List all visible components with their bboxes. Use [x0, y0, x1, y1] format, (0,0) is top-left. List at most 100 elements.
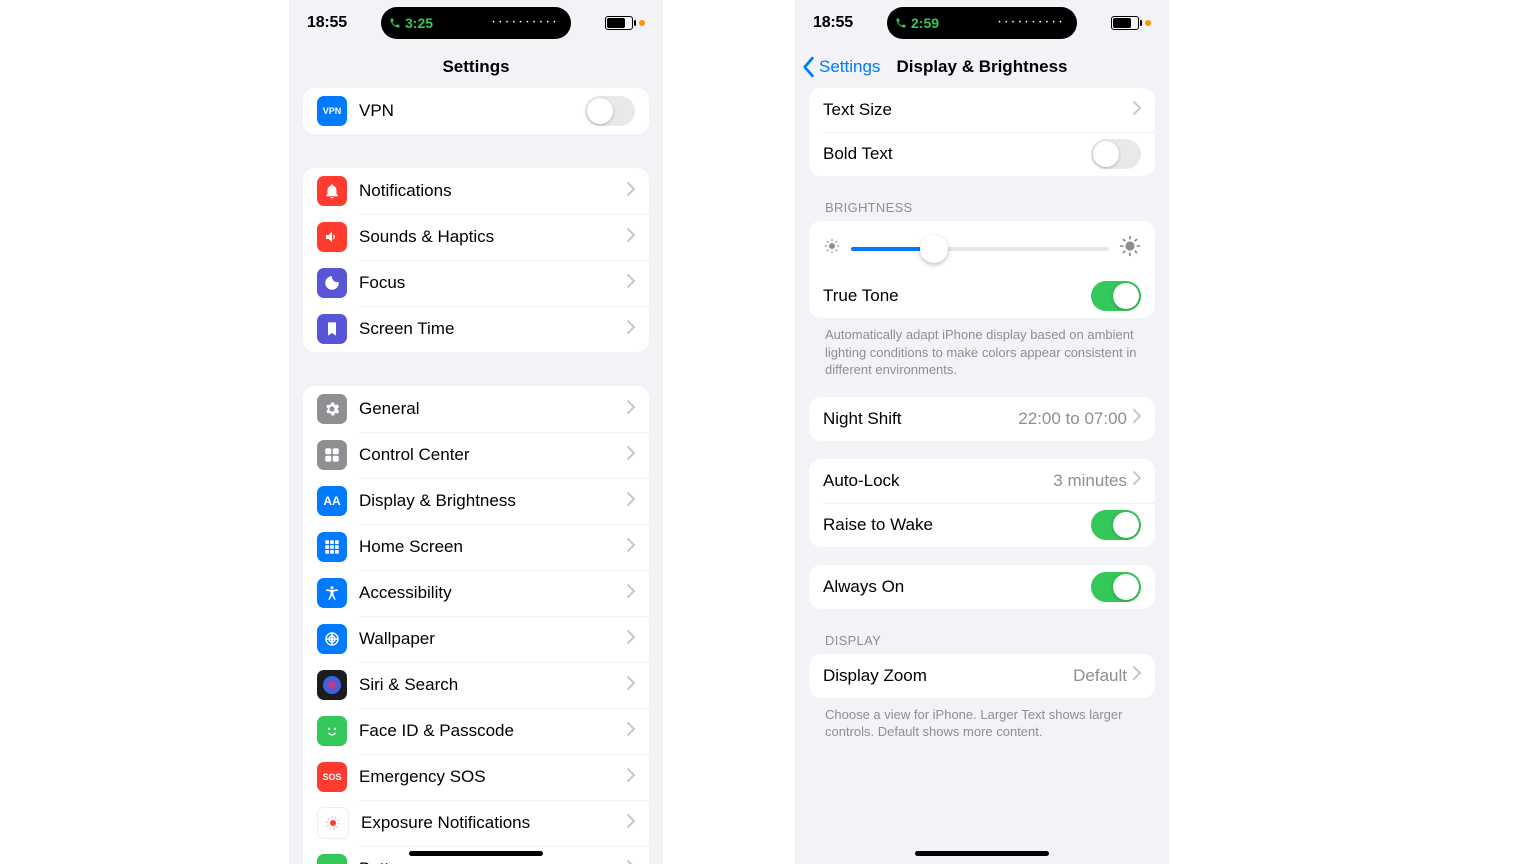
row-auto-lock[interactable]: Auto-Lock 3 minutes [809, 459, 1155, 503]
call-time: 3:25 [405, 15, 433, 31]
label: Bold Text [823, 144, 1091, 164]
section-header-display: DISPLAY [825, 633, 1155, 648]
row-face-id[interactable]: Face ID & Passcode [303, 708, 649, 754]
row-display-zoom[interactable]: Display Zoom Default [809, 654, 1155, 698]
detail: 3 minutes [1053, 471, 1127, 491]
chevron-right-icon [627, 676, 635, 695]
row-text-size[interactable]: Text Size [809, 88, 1155, 132]
toggle-always-on[interactable] [1091, 572, 1141, 602]
toggle-vpn[interactable] [585, 96, 635, 126]
dynamic-island[interactable]: 2:59 • • • • • • • • • • [887, 7, 1077, 39]
row-control-center[interactable]: Control Center [303, 432, 649, 478]
footer-true-tone: Automatically adapt iPhone display based… [825, 326, 1139, 379]
chevron-right-icon [627, 814, 635, 833]
row-bold-text[interactable]: Bold Text [809, 132, 1155, 176]
row-siri[interactable]: Siri & Search [303, 662, 649, 708]
row-home-screen[interactable]: Home Screen [303, 524, 649, 570]
detail: 22:00 to 07:00 [1018, 409, 1127, 429]
chevron-right-icon [1133, 101, 1141, 120]
call-indicator[interactable]: 3:25 [389, 15, 433, 31]
row-general[interactable]: General [303, 386, 649, 432]
settings-group-vpn: VPN VPN [303, 88, 649, 134]
label: Always On [823, 577, 1091, 597]
toggle-true-tone[interactable] [1091, 281, 1141, 311]
page-title: Display & Brightness [897, 57, 1068, 77]
label: Accessibility [359, 583, 627, 603]
label: Screen Time [359, 319, 627, 339]
row-always-on[interactable]: Always On [809, 565, 1155, 609]
label: VPN [359, 101, 585, 121]
slider-thumb[interactable] [920, 235, 948, 263]
chevron-right-icon [627, 722, 635, 741]
row-raise-to-wake[interactable]: Raise to Wake [809, 503, 1155, 547]
row-focus[interactable]: Focus [303, 260, 649, 306]
row-brightness-slider[interactable] [809, 221, 1155, 274]
battery-icon [317, 854, 347, 864]
label: Raise to Wake [823, 515, 1091, 535]
chevron-right-icon [627, 228, 635, 247]
group-display-zoom: Display Zoom Default [809, 654, 1155, 698]
label: True Tone [823, 286, 1091, 306]
brightness-slider[interactable] [851, 247, 1109, 251]
chevron-right-icon [627, 400, 635, 419]
chevron-right-icon [627, 538, 635, 557]
chevron-right-icon [1133, 471, 1141, 490]
call-indicator[interactable]: 2:59 [895, 15, 939, 31]
section-header-brightness: BRIGHTNESS [825, 200, 1155, 215]
row-accessibility[interactable]: Accessibility [303, 570, 649, 616]
chevron-right-icon [627, 274, 635, 293]
display-brightness-icon: AA [317, 486, 347, 516]
label: Wallpaper [359, 629, 627, 649]
label: Battery [359, 859, 627, 864]
home-screen-icon [317, 532, 347, 562]
chevron-right-icon [1133, 409, 1141, 428]
detail: Default [1073, 666, 1127, 686]
toggle-raise-to-wake[interactable] [1091, 510, 1141, 540]
row-exposure[interactable]: Exposure Notifications [303, 800, 649, 846]
general-icon [317, 394, 347, 424]
home-indicator[interactable] [915, 851, 1049, 856]
settings-group-notifications: Notifications Sounds & Haptics Focus Screen… [303, 168, 649, 352]
row-sos[interactable]: SOSEmergency SOS [303, 754, 649, 800]
vpn-icon: VPN [317, 96, 347, 126]
sounds-icon [317, 222, 347, 252]
row-wallpaper[interactable]: Wallpaper [303, 616, 649, 662]
home-indicator[interactable] [409, 851, 543, 856]
label: Focus [359, 273, 627, 293]
row-true-tone[interactable]: True Tone [809, 274, 1155, 318]
row-display-brightness[interactable]: AADisplay & Brightness [303, 478, 649, 524]
label: Auto-Lock [823, 471, 1053, 491]
status-time: 18:55 [813, 14, 853, 32]
footer-display-zoom: Choose a view for iPhone. Larger Text sh… [825, 706, 1139, 741]
screenshot-settings: 18:55 3:25 • • • • • • • • • • Settings … [289, 0, 663, 864]
label: Exposure Notifications [361, 813, 627, 833]
mic-indicator-icon [1145, 20, 1151, 26]
row-screen-time[interactable]: Screen Time [303, 306, 649, 352]
page-title: Settings [442, 57, 509, 77]
toggle-bold-text[interactable] [1091, 139, 1141, 169]
battery-icon [605, 16, 633, 30]
exposure-icon [317, 807, 349, 839]
back-button[interactable]: Settings [801, 46, 880, 88]
row-night-shift[interactable]: Night Shift 22:00 to 07:00 [809, 397, 1155, 441]
nav-bar: Settings [289, 46, 663, 88]
group-brightness: True Tone [809, 221, 1155, 318]
audio-dots: • • • • • • • • • • [947, 20, 1063, 26]
label: Display Zoom [823, 666, 1073, 686]
focus-icon [317, 268, 347, 298]
chevron-right-icon [627, 446, 635, 465]
chevron-right-icon [627, 182, 635, 201]
dynamic-island[interactable]: 3:25 • • • • • • • • • • [381, 7, 571, 39]
chevron-right-icon [627, 492, 635, 511]
row-vpn[interactable]: VPN VPN [303, 88, 649, 134]
row-notifications[interactable]: Notifications [303, 168, 649, 214]
label: Control Center [359, 445, 627, 465]
row-sounds[interactable]: Sounds & Haptics [303, 214, 649, 260]
label: Sounds & Haptics [359, 227, 627, 247]
chevron-right-icon [627, 860, 635, 864]
audio-dots: • • • • • • • • • • [441, 20, 557, 26]
sun-low-icon [823, 237, 841, 260]
group-night-shift: Night Shift 22:00 to 07:00 [809, 397, 1155, 441]
status-bar: 18:55 3:25 • • • • • • • • • • [289, 0, 663, 46]
group-text: Text Size Bold Text [809, 88, 1155, 176]
